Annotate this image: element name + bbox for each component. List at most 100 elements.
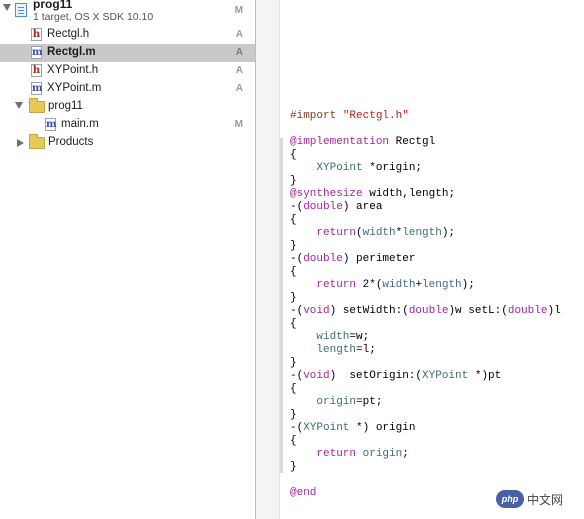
- file-row[interactable]: m Rectgl.m A: [0, 44, 255, 62]
- code-token: XYPoint: [422, 370, 469, 382]
- code-line: {: [290, 383, 561, 396]
- code-line: -(double) area: [290, 201, 561, 214]
- code-token: return: [316, 279, 357, 291]
- editor-gutter: [256, 0, 280, 519]
- code-token: @end: [290, 487, 317, 499]
- code-line: -(void) setOrigin:(XYPoint *)pt: [290, 370, 561, 383]
- code-line: -(XYPoint *) origin: [290, 422, 561, 435]
- code-line: }: [290, 240, 561, 253]
- code-token: }: [290, 175, 297, 187]
- code-token: void: [303, 305, 330, 317]
- group-name: prog11: [48, 100, 83, 112]
- file-row[interactable]: m main.m M: [0, 116, 255, 134]
- code-line: }: [290, 357, 561, 370]
- folder-icon: [29, 134, 45, 149]
- code-token: )w setL:(: [448, 305, 508, 317]
- code-token: length: [402, 227, 442, 239]
- code-line: {: [290, 266, 561, 279]
- source-control-status: A: [235, 47, 243, 58]
- disclosure-closed-icon[interactable]: [17, 139, 24, 147]
- code-token: *) origin: [349, 422, 416, 434]
- code-line: return 2*(width+length);: [290, 279, 561, 292]
- header-file-icon: h: [31, 64, 42, 77]
- code-line: @implementation Rectgl: [290, 136, 561, 149]
- code-token: *)pt: [468, 370, 502, 382]
- code-line: }: [290, 409, 561, 422]
- source-control-status: M: [234, 119, 243, 130]
- header-file-icon: h: [31, 28, 42, 41]
- code-token: width: [382, 279, 416, 291]
- code-token: ) setOrigin:(: [329, 370, 423, 382]
- file-name: main.m: [61, 118, 99, 130]
- project-subtitle: 1 target, OS X SDK 10.10: [33, 11, 154, 23]
- folder-icon: [29, 98, 45, 113]
- disclosure-open-icon[interactable]: [15, 102, 23, 109]
- file-row[interactable]: h Rectgl.h A: [0, 26, 255, 44]
- group-row-products[interactable]: Products: [0, 134, 255, 152]
- code-token: );: [441, 227, 456, 239]
- code-line: -(double) perimeter: [290, 253, 561, 266]
- code-token: -(: [290, 305, 304, 317]
- code-line: #import "Rectgl.h": [290, 110, 561, 123]
- products-name: Products: [48, 136, 94, 148]
- source-control-status: A: [235, 29, 243, 40]
- code-line: {: [290, 435, 561, 448]
- group-row-prog11[interactable]: prog11: [0, 98, 255, 116]
- disclosure-open-icon[interactable]: [3, 4, 11, 11]
- code-token: -(: [290, 370, 304, 382]
- project-name: prog11: [33, 0, 73, 11]
- code-line: length=l;: [290, 344, 561, 357]
- code-line: return(width*length);: [290, 227, 561, 240]
- source-file-icon: m: [31, 46, 43, 59]
- code-token: {: [290, 383, 297, 395]
- file-row[interactable]: h XYPoint.h A: [0, 62, 255, 80]
- code-line: }: [290, 175, 561, 188]
- php-logo: php: [496, 490, 524, 508]
- code-token: }: [290, 409, 297, 421]
- file-row[interactable]: m XYPoint.m A: [0, 80, 255, 98]
- file-name: XYPoint.m: [47, 82, 102, 94]
- code-token: {: [290, 266, 297, 278]
- code-token: return: [316, 227, 357, 239]
- code-token: ) perimeter: [342, 253, 416, 265]
- code-editor[interactable]: #import "Rectgl.h" @implementation Rectg…: [290, 110, 561, 500]
- code-line: {: [290, 318, 561, 331]
- file-name: Rectgl.m: [47, 46, 96, 58]
- code-token: {: [290, 318, 297, 330]
- source-file-icon: m: [31, 82, 43, 95]
- code-line: width=w;: [290, 331, 561, 344]
- code-token: -(: [290, 253, 304, 265]
- code-token: }: [290, 357, 297, 369]
- watermark-text: 中文网: [527, 492, 564, 507]
- code-token: ) setWidth:(: [329, 305, 409, 317]
- code-token: -(: [290, 201, 304, 213]
- code-token: );: [461, 279, 475, 291]
- code-token: length: [422, 279, 462, 291]
- code-line: XYPoint *origin;: [290, 162, 561, 175]
- code-token: {: [290, 435, 297, 447]
- code-token: #import: [290, 110, 343, 122]
- code-token: return: [316, 448, 357, 460]
- source-control-status: A: [235, 65, 243, 76]
- code-line: -(void) setWidth:(double)w setL:(double)…: [290, 305, 561, 318]
- code-token: }: [290, 292, 297, 304]
- code-token: XYPoint: [303, 422, 350, 434]
- code-token: =l;: [356, 344, 376, 356]
- code-line: {: [290, 149, 561, 162]
- source-control-status: A: [235, 83, 243, 94]
- code-token: }: [290, 461, 297, 473]
- code-token: *origin;: [362, 162, 423, 174]
- file-name: XYPoint.h: [47, 64, 99, 76]
- code-line: }: [290, 292, 561, 305]
- source-file-icon: m: [45, 118, 57, 131]
- code-token: -(: [290, 422, 304, 434]
- code-line: return origin;: [290, 448, 561, 461]
